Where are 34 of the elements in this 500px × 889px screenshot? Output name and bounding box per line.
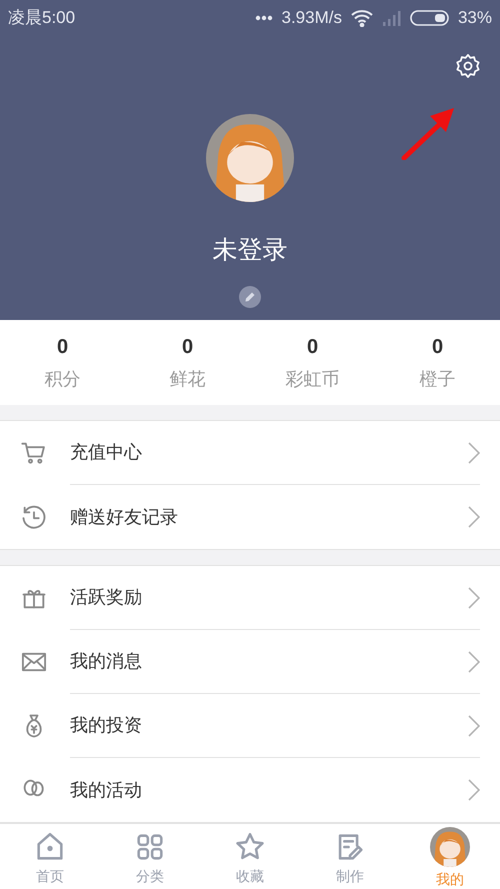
status-time: 凌晨5:00	[8, 7, 76, 30]
menu-item[interactable]: 活跃奖励	[0, 566, 500, 630]
edit-profile-button[interactable]	[239, 286, 261, 308]
chevron-icon	[468, 779, 480, 801]
stat-value: 0	[56, 335, 68, 360]
stat-label: 彩虹币	[286, 368, 340, 391]
pencil-icon	[244, 290, 256, 302]
battery-percent: 33%	[458, 7, 492, 30]
menu-item[interactable]: 我的活动	[0, 758, 500, 822]
menu-item[interactable]: 我的投资	[0, 694, 500, 758]
chevron-icon	[468, 506, 480, 528]
username: 未登录	[212, 235, 288, 266]
gear-icon	[454, 52, 482, 80]
stat-value: 0	[432, 335, 444, 360]
avatar-icon	[430, 827, 470, 867]
stat-label: 鲜花	[170, 368, 206, 391]
clock-icon	[20, 503, 48, 531]
menu-item[interactable]: 充值中心	[0, 421, 500, 485]
menu-item[interactable]: 赠送好友记录	[0, 485, 500, 549]
settings-button[interactable]	[454, 52, 482, 80]
menu-item[interactable]: 我的消息	[0, 630, 500, 694]
signal-icon	[382, 10, 402, 26]
chevron-icon	[468, 586, 480, 608]
wifi-icon	[350, 9, 374, 27]
stat-value: 0	[182, 335, 194, 360]
chevron-icon	[468, 714, 480, 736]
battery-icon	[410, 9, 450, 27]
stat-label: 积分	[44, 368, 80, 391]
stat-value: 0	[306, 335, 318, 360]
chevron-icon	[468, 650, 480, 672]
stat-label: 橙子	[420, 368, 456, 391]
chevron-icon	[468, 442, 480, 464]
network-speed: 3.93M/s	[281, 7, 342, 30]
dots-icon	[255, 15, 274, 21]
